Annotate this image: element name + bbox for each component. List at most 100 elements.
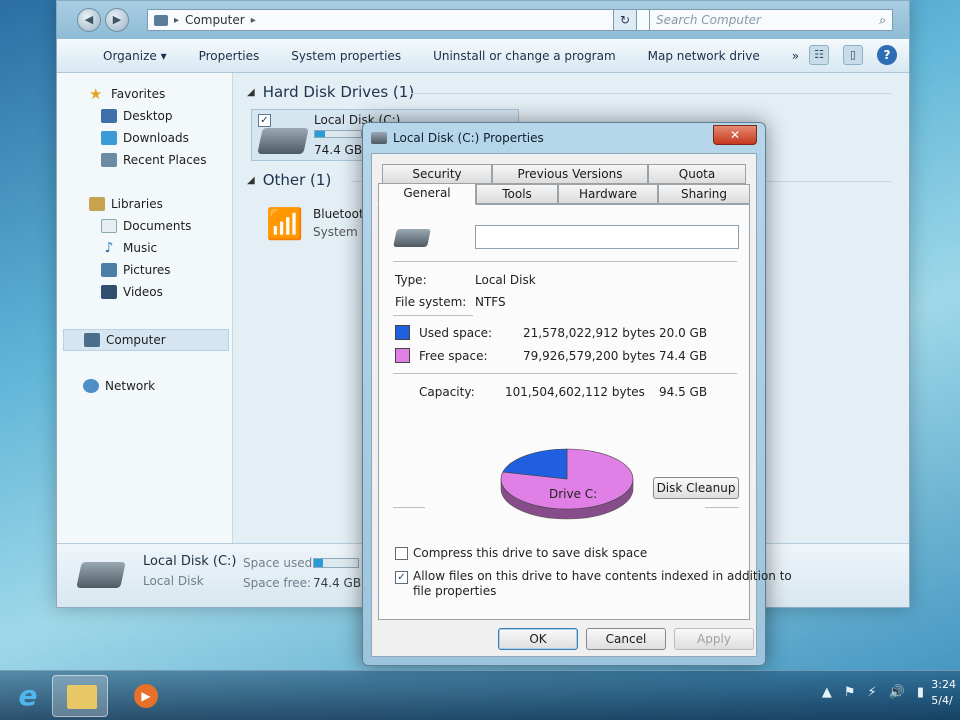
details-space-free-value: 74.4 GB bbox=[313, 576, 362, 590]
help-icon[interactable]: ? bbox=[877, 45, 897, 65]
used-space-gb: 20.0 GB bbox=[659, 326, 708, 340]
hdd-group-header[interactable]: ◢ Hard Disk Drives (1) bbox=[247, 83, 414, 101]
nav-network-label: Network bbox=[105, 379, 156, 393]
dialog-title: Local Disk (C:) Properties bbox=[393, 131, 544, 145]
other-group-header[interactable]: ◢ Other (1) bbox=[247, 171, 331, 189]
music-icon: ♪ bbox=[104, 240, 114, 256]
system-properties-button[interactable]: System properties bbox=[275, 49, 417, 63]
nav-libraries[interactable]: Libraries bbox=[57, 193, 233, 215]
forward-arrow-icon[interactable]: ▶ bbox=[105, 8, 129, 32]
organize-button[interactable]: Organize ▾ bbox=[87, 49, 183, 63]
nav-desktop-label: Desktop bbox=[123, 109, 173, 123]
details-usage-bar bbox=[313, 558, 359, 568]
bluetooth-name[interactable]: Bluetoot bbox=[313, 207, 364, 221]
preview-pane-icon[interactable]: ▯ bbox=[843, 45, 863, 65]
refresh-icon[interactable]: ↻ bbox=[613, 9, 637, 31]
clock[interactable]: 3:24 5/4/ bbox=[931, 677, 956, 709]
navigation-pane: ★ Favorites Desktop Downloads Recent Pla… bbox=[57, 73, 233, 545]
nav-favorites-label: Favorites bbox=[111, 87, 166, 101]
action-center-flag-icon[interactable]: ⚑ bbox=[844, 685, 856, 700]
used-space-label: Used space: bbox=[419, 326, 493, 340]
nav-documents[interactable]: Documents bbox=[57, 215, 233, 237]
nav-network[interactable]: Network bbox=[57, 375, 233, 397]
clock-time: 3:24 bbox=[931, 678, 956, 691]
documents-icon bbox=[101, 219, 117, 233]
cancel-button[interactable]: Cancel bbox=[586, 628, 666, 650]
show-hidden-icons-icon[interactable]: ▲ bbox=[822, 685, 832, 700]
disk-usage-pie bbox=[497, 445, 637, 525]
details-subtitle: Local Disk bbox=[143, 574, 204, 588]
search-input[interactable]: Search Computer ⌕ bbox=[649, 9, 893, 31]
tab-previous-versions[interactable]: Previous Versions bbox=[492, 164, 648, 184]
used-space-bytes: 21,578,022,912 bytes bbox=[523, 326, 656, 340]
tab-tools[interactable]: Tools bbox=[476, 184, 558, 204]
back-arrow-icon[interactable]: ◀ bbox=[77, 8, 101, 32]
nav-music[interactable]: ♪ Music bbox=[57, 237, 233, 259]
compress-checkbox[interactable] bbox=[395, 547, 408, 560]
nav-favorites[interactable]: ★ Favorites bbox=[57, 83, 233, 105]
hdd-group-label: Hard Disk Drives (1) bbox=[262, 83, 415, 101]
network-tray-icon[interactable]: ▮ bbox=[917, 685, 924, 700]
tab-general[interactable]: General bbox=[378, 183, 476, 205]
tab-security[interactable]: Security bbox=[382, 164, 492, 184]
recent-places-icon bbox=[101, 153, 117, 167]
nav-desktop[interactable]: Desktop bbox=[57, 105, 233, 127]
breadcrumb-computer[interactable]: Computer bbox=[185, 13, 245, 27]
media-player-taskbar-button[interactable]: ▶ bbox=[118, 675, 174, 717]
uninstall-button[interactable]: Uninstall or change a program bbox=[417, 49, 632, 63]
details-space-free-label: Space free: bbox=[243, 576, 312, 590]
hard-drive-icon bbox=[257, 128, 309, 154]
ok-button[interactable]: OK bbox=[498, 628, 578, 650]
view-options-icon[interactable]: ☷ bbox=[809, 45, 829, 65]
index-checkbox[interactable]: ✓ bbox=[395, 571, 408, 584]
command-bar: Organize ▾ Properties System properties … bbox=[57, 39, 909, 73]
close-button[interactable]: ✕ bbox=[713, 125, 757, 145]
internet-explorer-icon[interactable]: e bbox=[0, 675, 56, 717]
pie-chart-svg bbox=[500, 448, 634, 520]
index-label-line2[interactable]: file properties bbox=[413, 584, 496, 598]
nav-videos[interactable]: Videos bbox=[57, 281, 233, 303]
separator bbox=[393, 261, 737, 262]
nav-computer[interactable]: Computer bbox=[63, 329, 229, 351]
hard-drive-icon bbox=[76, 562, 126, 588]
system-tray: ▲ ⚑ ⚡ 🔊 ▮ bbox=[822, 685, 924, 700]
capacity-bytes: 101,504,602,112 bytes bbox=[505, 385, 645, 399]
address-bar[interactable]: ▸ Computer ▸ ▼ bbox=[147, 9, 693, 31]
disk-cleanup-button[interactable]: Disk Cleanup bbox=[653, 477, 739, 499]
nav-downloads[interactable]: Downloads bbox=[57, 127, 233, 149]
tab-sharing[interactable]: Sharing bbox=[658, 184, 750, 204]
explorer-taskbar-button[interactable] bbox=[52, 675, 108, 717]
free-space-gb: 74.4 GB bbox=[659, 349, 708, 363]
nav-recent-places[interactable]: Recent Places bbox=[57, 149, 233, 171]
filesystem-value: NTFS bbox=[475, 295, 506, 309]
capacity-label: Capacity: bbox=[419, 385, 475, 399]
separator bbox=[705, 507, 739, 508]
separator bbox=[393, 373, 737, 374]
nav-computer-label: Computer bbox=[106, 333, 166, 347]
free-space-label: Free space: bbox=[419, 349, 488, 363]
properties-button[interactable]: Properties bbox=[183, 49, 276, 63]
drive-select-checkbox[interactable]: ✓ bbox=[258, 114, 271, 127]
power-icon[interactable]: ⚡ bbox=[868, 685, 877, 700]
nav-pictures[interactable]: Pictures bbox=[57, 259, 233, 281]
hard-drive-icon bbox=[393, 229, 431, 247]
tab-quota[interactable]: Quota bbox=[648, 164, 746, 184]
volume-icon[interactable]: 🔊 bbox=[889, 685, 905, 700]
taskbar: e ▶ ▲ ⚑ ⚡ 🔊 ▮ 3:24 5/4/ bbox=[0, 670, 960, 720]
index-label-line1[interactable]: Allow files on this drive to have conten… bbox=[413, 569, 792, 583]
apply-button[interactable]: Apply bbox=[674, 628, 754, 650]
network-icon bbox=[83, 379, 99, 393]
drive-label-input[interactable] bbox=[475, 225, 739, 249]
nav-videos-label: Videos bbox=[123, 285, 163, 299]
bluetooth-antenna-icon[interactable]: 📶 bbox=[263, 201, 307, 249]
bluetooth-subtitle: System F bbox=[313, 225, 369, 239]
map-network-drive-button[interactable]: Map network drive bbox=[632, 49, 776, 63]
filesystem-label: File system: bbox=[395, 295, 467, 309]
pictures-icon bbox=[101, 263, 117, 277]
details-title: Local Disk (C:) bbox=[143, 554, 237, 569]
drive-usage-bar bbox=[314, 130, 362, 138]
tab-hardware[interactable]: Hardware bbox=[558, 184, 658, 204]
compress-label[interactable]: Compress this drive to save disk space bbox=[413, 546, 647, 560]
collapse-triangle-icon: ◢ bbox=[247, 174, 255, 186]
separator bbox=[393, 507, 425, 508]
